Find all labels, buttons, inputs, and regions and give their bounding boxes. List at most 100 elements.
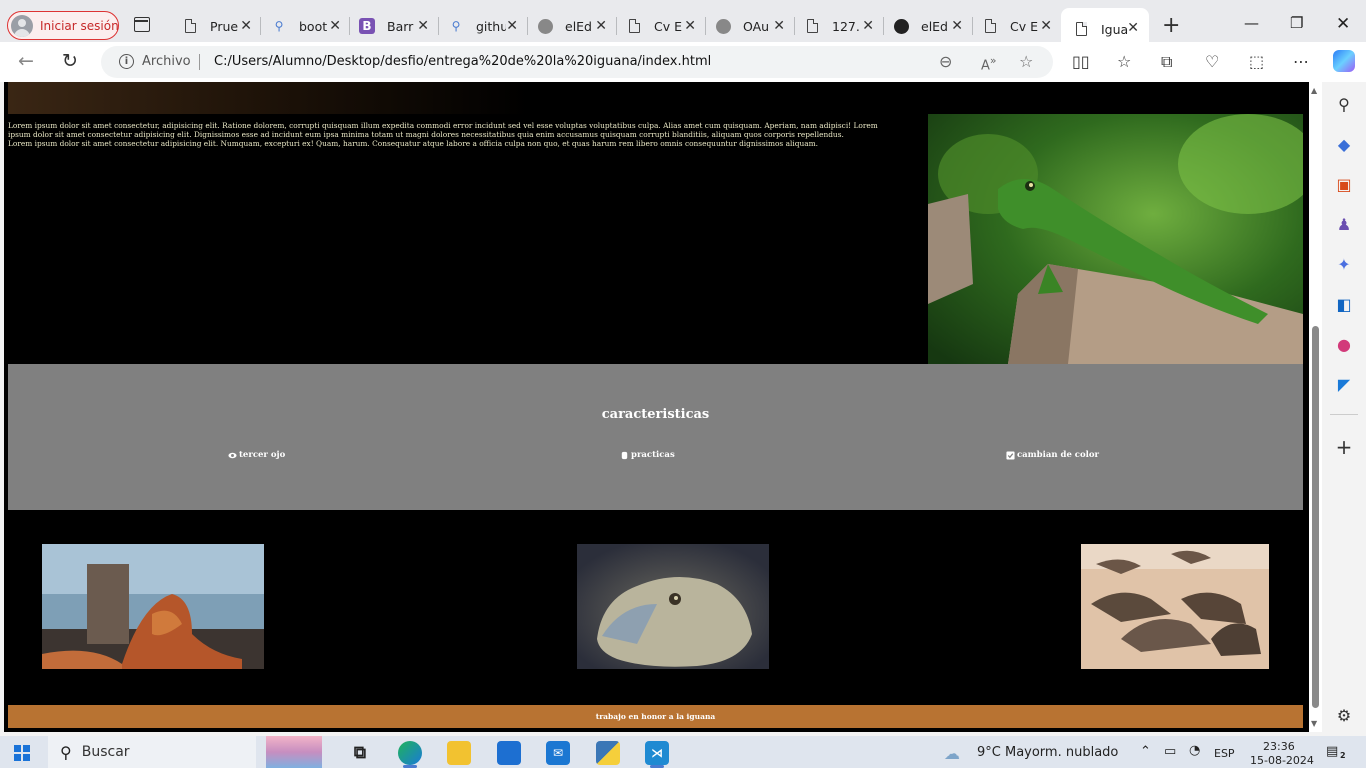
screenshot-icon[interactable]: ⬚: [1249, 52, 1264, 71]
copilot-icon[interactable]: [1333, 50, 1355, 72]
store-icon[interactable]: [497, 741, 521, 765]
collections-icon[interactable]: ⧉: [1161, 52, 1172, 72]
toolbox-icon[interactable]: ▣: [1334, 174, 1354, 194]
tab-title: 127.: [832, 18, 860, 34]
address-bar[interactable]: i Archivo C:/Users/Alumno/Desktop/desfio…: [101, 46, 1053, 78]
tab-actions-icon[interactable]: [134, 17, 150, 32]
scroll-up-icon[interactable]: ▲: [1311, 86, 1317, 95]
hand-icon: [621, 451, 628, 459]
close-icon[interactable]: ✕: [240, 18, 252, 34]
battery-icon[interactable]: ▭: [1164, 744, 1176, 759]
notification-icon[interactable]: ▤: [1326, 744, 1338, 759]
zoom-out-icon[interactable]: ⊖: [939, 52, 952, 71]
close-icon[interactable]: ✕: [329, 18, 341, 34]
info-icon[interactable]: i: [119, 54, 134, 69]
weather-icon[interactable]: ☁: [944, 744, 960, 763]
github-icon: [715, 18, 731, 34]
restore-icon[interactable]: ❐: [1290, 14, 1303, 32]
split-screen-icon[interactable]: ▯▯: [1072, 52, 1090, 71]
clock-time[interactable]: 23:36: [1263, 740, 1295, 753]
games-icon[interactable]: ♟: [1334, 214, 1354, 234]
favorite-star-icon[interactable]: ☆: [1019, 52, 1033, 71]
tab-title: Cv E: [1010, 18, 1038, 34]
close-icon[interactable]: ✕: [684, 18, 696, 34]
page-scrollbar[interactable]: ▲ ▼: [1309, 82, 1322, 732]
task-view-icon[interactable]: ⧉: [348, 741, 372, 765]
edge-sidebar: ⚲ ◆ ▣ ♟ ✦ ◧ ● ◤ + ⚙: [1322, 82, 1366, 732]
close-icon[interactable]: ✕: [1040, 18, 1052, 34]
vscode-icon[interactable]: ⋊: [645, 741, 669, 765]
read-aloud-icon[interactable]: A»: [981, 54, 997, 73]
tab-githu[interactable]: ⚲ githu ✕: [448, 12, 518, 40]
tab-barr[interactable]: B Barr ✕: [359, 12, 429, 40]
notification-count: 2: [1340, 751, 1346, 760]
tab-title: elEd: [921, 18, 948, 34]
close-window-icon[interactable]: ✕: [1336, 14, 1350, 34]
search-placeholder: Buscar: [81, 744, 130, 760]
intro-paragraph-2: Lorem ipsum dolor sit amet consectetur a…: [8, 138, 818, 148]
python-icon[interactable]: [596, 741, 620, 765]
designer-icon[interactable]: ●: [1334, 334, 1354, 354]
tab-cv-2[interactable]: Cv E ✕: [982, 12, 1052, 40]
wifi-icon[interactable]: ◔: [1189, 743, 1200, 758]
page-viewport: Lorem ipsum dolor sit amet consectetur, …: [4, 82, 1309, 732]
back-icon[interactable]: ←: [18, 50, 34, 72]
send-icon[interactable]: ◤: [1334, 374, 1354, 394]
file-explorer-icon[interactable]: [447, 741, 471, 765]
outlook-icon[interactable]: ◧: [1334, 294, 1354, 314]
tab-127[interactable]: 127. ✕: [804, 12, 874, 40]
tab-oau[interactable]: OAu ✕: [715, 12, 785, 40]
check-square-icon: [1006, 450, 1015, 460]
url-text[interactable]: C:/Users/Alumno/Desktop/desfio/entrega%2…: [214, 54, 711, 69]
intro-text: Lorem ipsum dolor sit amet consectetur, …: [8, 121, 898, 148]
copilot-app-icon[interactable]: ✦: [1334, 254, 1354, 274]
feature-label: practicas: [631, 450, 675, 460]
close-icon[interactable]: ✕: [862, 18, 874, 34]
close-icon[interactable]: ✕: [595, 18, 607, 34]
close-icon[interactable]: ✕: [506, 18, 518, 34]
close-icon[interactable]: ✕: [417, 18, 429, 34]
bootstrap-icon: B: [359, 18, 375, 34]
mail-icon[interactable]: ✉: [546, 741, 570, 765]
tab-cv-1[interactable]: Cv E ✕: [626, 12, 696, 40]
close-icon[interactable]: ✕: [1127, 20, 1139, 36]
github-icon: [537, 18, 553, 34]
minimize-icon[interactable]: —: [1244, 14, 1259, 32]
browser-toolbar: ← ↻ i Archivo C:/Users/Alumno/Desktop/de…: [0, 42, 1366, 82]
scrollbar-thumb[interactable]: [1312, 326, 1319, 708]
profile-button[interactable]: Iniciar sesión: [7, 11, 119, 40]
edge-icon[interactable]: [398, 741, 422, 765]
iguana-portrait-image: [577, 544, 769, 669]
feature-cambian-color: cambian de color: [1006, 450, 1099, 460]
language-indicator[interactable]: ESP: [1214, 747, 1235, 760]
shopping-tag-icon[interactable]: ◆: [1334, 134, 1354, 154]
search-icon[interactable]: ⚲: [1334, 94, 1354, 114]
tab-eled-1[interactable]: elEd ✕: [537, 12, 607, 40]
settings-gear-icon[interactable]: ⚙: [1334, 705, 1354, 725]
github-icon: [893, 18, 909, 34]
protocol-label: Archivo: [142, 54, 191, 69]
tab-prue[interactable]: Prue ✕: [182, 12, 252, 40]
search-icon: ⚲: [451, 19, 461, 33]
tab-title: Cv E: [654, 18, 682, 34]
clock-date[interactable]: 15-08-2024: [1250, 754, 1314, 767]
tab-boot[interactable]: ⚲ boot ✕: [271, 12, 341, 40]
close-icon[interactable]: ✕: [951, 18, 963, 34]
weather-text[interactable]: 9°C Mayorm. nublado: [977, 745, 1118, 760]
doc-icon: [804, 18, 820, 34]
browser-essentials-icon[interactable]: ♡: [1205, 52, 1219, 71]
more-menu-icon[interactable]: ⋯: [1293, 52, 1309, 71]
new-tab-icon[interactable]: +: [1162, 13, 1180, 38]
eye-icon: [228, 452, 237, 458]
chevron-up-icon[interactable]: ⌃: [1140, 744, 1151, 759]
search-highlight-icon[interactable]: [266, 736, 322, 768]
scroll-down-icon[interactable]: ▼: [1311, 719, 1317, 728]
refresh-icon[interactable]: ↻: [62, 50, 78, 72]
features-title: caracteristicas: [601, 407, 710, 422]
tab-eled-2[interactable]: elEd ✕: [893, 12, 963, 40]
favorites-icon[interactable]: ☆: [1117, 52, 1131, 71]
add-sidebar-app-icon[interactable]: +: [1334, 435, 1354, 459]
close-icon[interactable]: ✕: [773, 18, 785, 34]
windows-start-icon[interactable]: [14, 745, 30, 761]
taskbar-search[interactable]: ⚲ Buscar: [48, 736, 256, 768]
